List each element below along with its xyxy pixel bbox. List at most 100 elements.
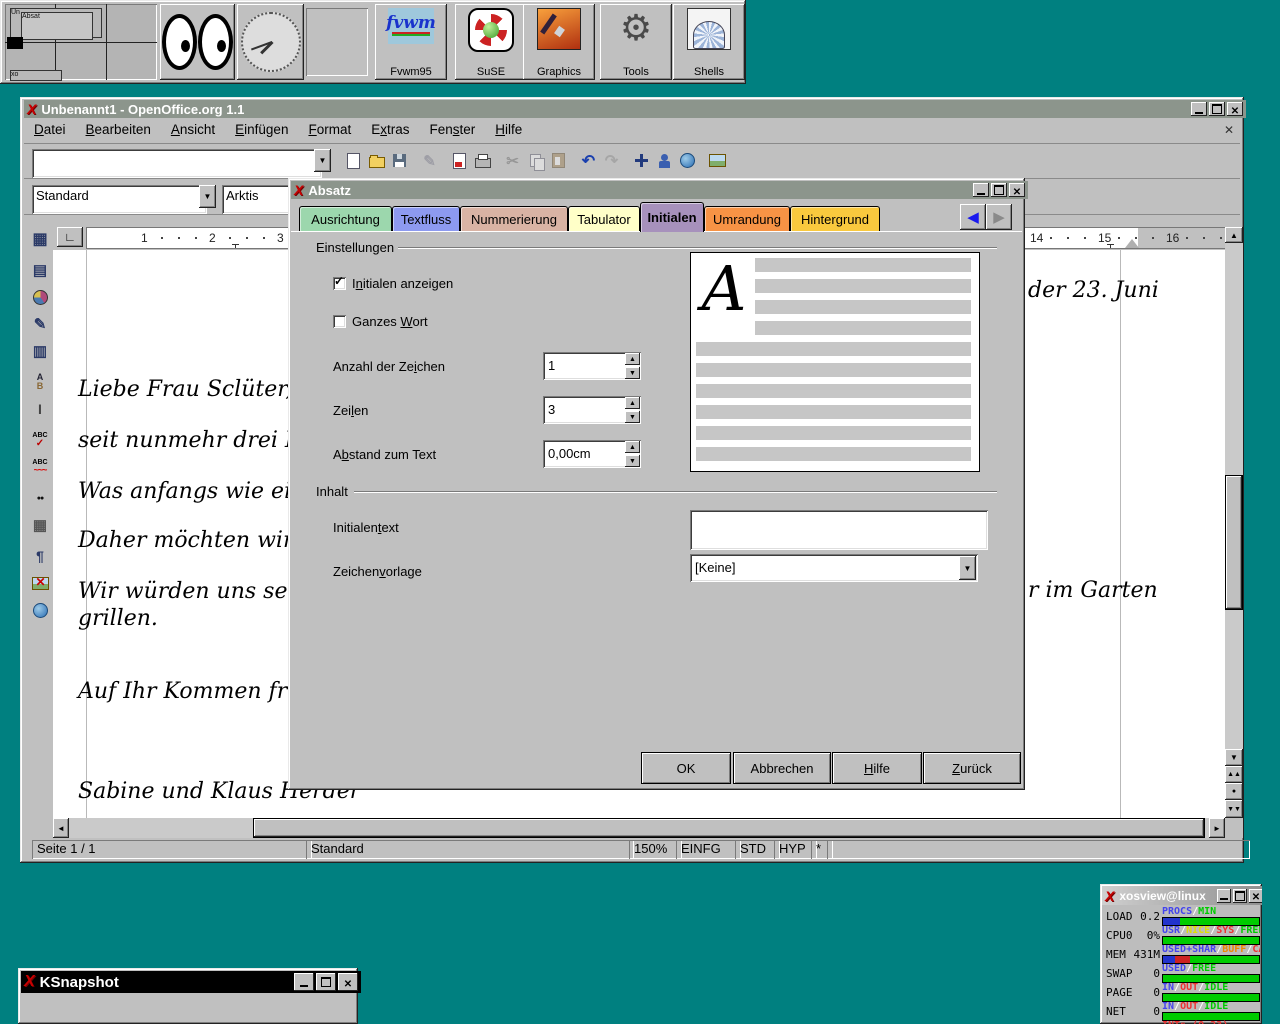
paste-icon[interactable] [547,149,570,172]
paragraph-style-combo[interactable]: Standard [32,185,207,214]
new-document-icon[interactable] [342,149,365,172]
url-combo-input[interactable] [32,149,322,178]
ruler-tab-type-button[interactable]: ∟ [57,227,83,247]
data-sources-icon[interactable]: ▦ [28,513,52,537]
menu-hilfe[interactable]: Hilfe [485,119,532,140]
tab-initialen[interactable]: Initialen [640,202,704,232]
style-combo-dropdown-button[interactable]: ▼ [199,185,216,208]
copy-icon[interactable] [524,149,547,172]
vertical-scroll-thumb[interactable] [1225,475,1243,610]
horizontal-scrollbar[interactable]: ◄ ► [53,818,1225,838]
previous-page-button[interactable]: ▲▲ [1225,766,1243,783]
char-style-dropdown-button[interactable]: ▼ [959,556,976,580]
close-button[interactable] [1009,183,1025,197]
cancel-button[interactable]: Abbrechen [733,752,831,784]
edit-file-icon[interactable]: ✎ [418,149,441,172]
maximize-button[interactable] [1209,102,1225,116]
tab-textfluss[interactable]: Textfluss [392,206,460,232]
insert-fields-icon[interactable]: ▤ [28,258,52,282]
insert-table-icon[interactable]: ▦ [28,227,52,251]
stylist-icon[interactable] [653,149,676,172]
navigator-icon[interactable] [630,149,653,172]
spellcheck-icon[interactable]: ABC✓ [28,428,52,452]
tab-scroll-left-button[interactable]: ◀ [960,204,986,230]
navigation-button[interactable]: ● [1225,783,1243,800]
ok-button[interactable]: OK [641,752,731,784]
print-icon[interactable] [471,149,494,172]
back-button[interactable]: Zurück [923,752,1021,784]
distance-value[interactable]: 0,00cm [548,446,591,461]
launcher-tools-button[interactable]: ⚙Tools [600,4,672,80]
cut-icon[interactable]: ✂ [501,149,524,172]
close-button[interactable] [338,973,358,991]
tab-tabulator[interactable]: Tabulator [568,206,640,232]
tab-ausrichtung[interactable]: Ausrichtung [299,206,392,232]
scroll-right-button[interactable]: ► [1209,818,1225,838]
pager-mini-window-dialog[interactable]: Absat [21,12,93,40]
minimize-button[interactable] [1217,889,1231,903]
lines-spinbox[interactable]: 3 ▲ ▼ [543,396,641,424]
distance-spinbox[interactable]: 0,00cm ▲ ▼ [543,440,641,468]
close-button[interactable] [1249,889,1262,903]
autospellcheck-icon[interactable]: ABC~~~ [28,455,52,479]
pager-mini-window-xosview[interactable]: xo [10,70,62,81]
xclock-button[interactable] [237,4,304,80]
undo-icon[interactable]: ↶ [577,149,600,172]
spin-down-button[interactable]: ▼ [625,455,640,467]
maximize-button[interactable] [1233,889,1247,903]
ruler-indent-marker[interactable] [1125,239,1139,248]
scroll-down-button[interactable]: ▼ [1225,749,1243,766]
close-button[interactable] [1227,102,1243,116]
graphics-toggle-icon[interactable] [28,571,52,595]
vertical-scrollbar[interactable]: ▲ ▼ ▲▲ ● ▼▼ [1225,227,1243,818]
spin-up-button[interactable]: ▲ [625,397,640,409]
autotext-icon[interactable]: AB [28,370,52,394]
direct-cursor-icon[interactable]: I [28,397,52,421]
export-pdf-icon[interactable] [448,149,471,172]
dropcap-text-input[interactable] [690,510,988,550]
redo-icon[interactable]: ↷ [600,149,623,172]
find-icon[interactable]: ●● [28,486,52,510]
launcher-suse-button[interactable]: SuSE [455,4,527,80]
form-functions-icon[interactable]: ▥ [28,339,52,363]
minimize-button[interactable] [294,973,314,991]
launcher-fvwm95-button[interactable]: fvwmFvwm95 [375,4,447,80]
save-icon[interactable] [388,149,411,172]
nonprinting-chars-icon[interactable]: ¶ [28,544,52,568]
ksnapshot-titlebar[interactable]: X KSnapshot [21,971,361,993]
scroll-left-button[interactable]: ◄ [53,818,69,838]
help-button[interactable]: Hilfe [832,752,922,784]
show-dropcaps-checkbox[interactable]: ✓ [333,277,346,290]
writer-titlebar[interactable]: X Unbenannt1 - OpenOffice.org 1.1 [24,100,1246,118]
status-cell[interactable]: 150% [629,840,682,859]
maximize-button[interactable] [991,183,1007,197]
minimize-button[interactable] [1191,102,1207,116]
tab-scroll-right-button[interactable]: ▶ [986,204,1012,230]
whole-word-checkbox[interactable] [333,315,346,328]
url-combo-dropdown-button[interactable]: ▼ [314,149,331,172]
status-cell[interactable] [827,840,1250,859]
menu-ansicht[interactable]: Ansicht [161,119,225,140]
close-document-icon[interactable]: ✕ [1224,123,1234,137]
menu-fenster[interactable]: Fenster [420,119,486,140]
document-text-line[interactable]: grillen. [78,606,158,631]
menu-format[interactable]: Format [298,119,361,140]
draw-functions-icon[interactable]: ✎ [28,312,52,336]
next-page-button[interactable]: ▼▼ [1225,800,1243,818]
launcher-shells-button[interactable]: Shells [673,4,745,80]
menu-datei[interactable]: Datei [24,119,76,140]
char-style-combo[interactable]: [Keine] ▼ [690,554,978,582]
menu-einfügen[interactable]: Einfügen [225,119,298,140]
horizontal-scroll-thumb[interactable] [253,818,1205,838]
tab-umrandung[interactable]: Umrandung [704,206,790,232]
tab-nummerierung[interactable]: Nummerierung [460,206,568,232]
scroll-up-button[interactable]: ▲ [1225,227,1243,243]
pager-mini-window-iconified[interactable] [7,37,23,49]
launcher-graphics-button[interactable]: Graphics [523,4,595,80]
online-layout-icon[interactable] [28,598,52,622]
status-cell[interactable]: Standard [306,840,634,859]
spin-down-button[interactable]: ▼ [625,367,640,379]
spin-down-button[interactable]: ▼ [625,411,640,423]
lines-value[interactable]: 3 [548,402,555,417]
num-chars-value[interactable]: 1 [548,358,555,373]
